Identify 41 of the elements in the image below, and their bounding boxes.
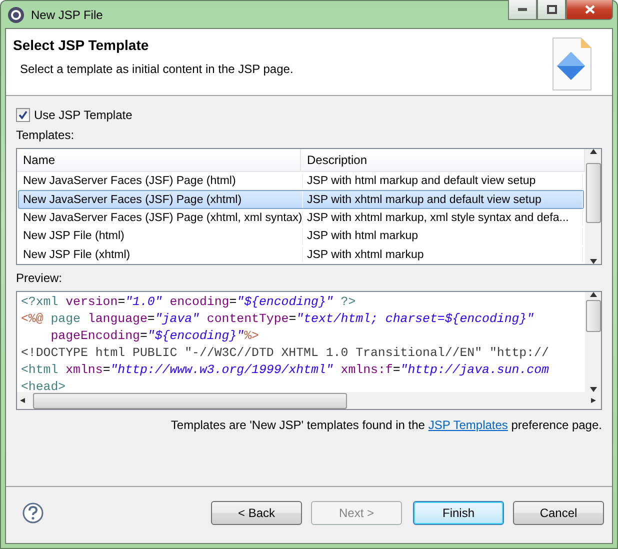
- gear-icon: [7, 6, 25, 24]
- template-row[interactable]: New JavaServer Faces (JSF) Page (xhtml, xml syntax) JSP with xhtml markup, xml style syntax and defa...: [18, 208, 584, 228]
- checkmark-icon: [18, 110, 28, 120]
- template-row[interactable]: New JavaServer Faces (JSF) Page (xhtml) JSP with xhtml markup and default view setup: [18, 190, 584, 209]
- close-icon: [584, 5, 594, 14]
- preview-label: Preview:: [16, 271, 64, 287]
- use-template-checkbox[interactable]: Use JSP Template: [16, 106, 602, 124]
- minimize-button[interactable]: [508, 0, 537, 20]
- scroll-up-icon[interactable]: [590, 149, 596, 154]
- scroll-right-icon[interactable]: [591, 398, 598, 403]
- code-line: <html xmlns="http://www.w3.org/1999/xhtml" xmlns:f="http://java.sun.com: [21, 362, 550, 379]
- scroll-up-icon[interactable]: [590, 292, 596, 297]
- scrollbar-thumb[interactable]: [586, 162, 600, 222]
- dialog-button[interactable]: Cancel: [513, 501, 604, 525]
- code-line: <?xml version="1.0" encoding="${encoding}" ?>: [21, 294, 357, 311]
- code-line: <!DOCTYPE html PUBLIC "-//W3C//DTD XHTML 1.0 Transitional//EN" "http://: [21, 345, 550, 362]
- scrollbar-thumb[interactable]: [33, 392, 347, 408]
- page-title: Select JSP Template: [13, 37, 150, 53]
- code-line: <%@ page language="java" contentType="text/html; charset=${encoding}": [21, 311, 536, 328]
- dialog-button[interactable]: < Back: [211, 501, 302, 525]
- templates-link[interactable]: JSP Templates: [428, 418, 508, 432]
- templates-label: Templates:: [16, 128, 76, 144]
- help-icon[interactable]: [22, 502, 44, 524]
- column-header[interactable]: Name: [17, 149, 301, 172]
- info-text: Templates are 'New JSP' templates found in the JSP Templates preference page.: [170, 418, 602, 432]
- scroll-left-icon[interactable]: [20, 398, 27, 403]
- maximize-icon: [546, 5, 556, 14]
- scroll-down-icon[interactable]: [590, 259, 596, 264]
- template-row[interactable]: New JSP File (xhtml) JSP with xhtml markup: [18, 246, 584, 264]
- template-row[interactable]: New JSP File (html) JSP with html markup: [18, 227, 584, 246]
- dialog-button[interactable]: Finish: [413, 501, 504, 525]
- minimize-icon: [518, 8, 527, 11]
- window-title: New JSP File: [31, 8, 104, 22]
- maximize-button[interactable]: [537, 0, 566, 20]
- code-line: <head>: [21, 379, 67, 392]
- close-button[interactable]: [566, 0, 613, 20]
- code-line: pageEncoding="${encoding}"%>: [50, 328, 260, 345]
- scrollbar-thumb[interactable]: [586, 300, 600, 332]
- page-description: Select a template as initial content in the JSP page.: [19, 62, 294, 76]
- template-row[interactable]: New JavaServer Faces (JSF) Page (html) JSP with html markup and default view setup: [18, 172, 584, 190]
- column-header[interactable]: Description: [301, 149, 585, 172]
